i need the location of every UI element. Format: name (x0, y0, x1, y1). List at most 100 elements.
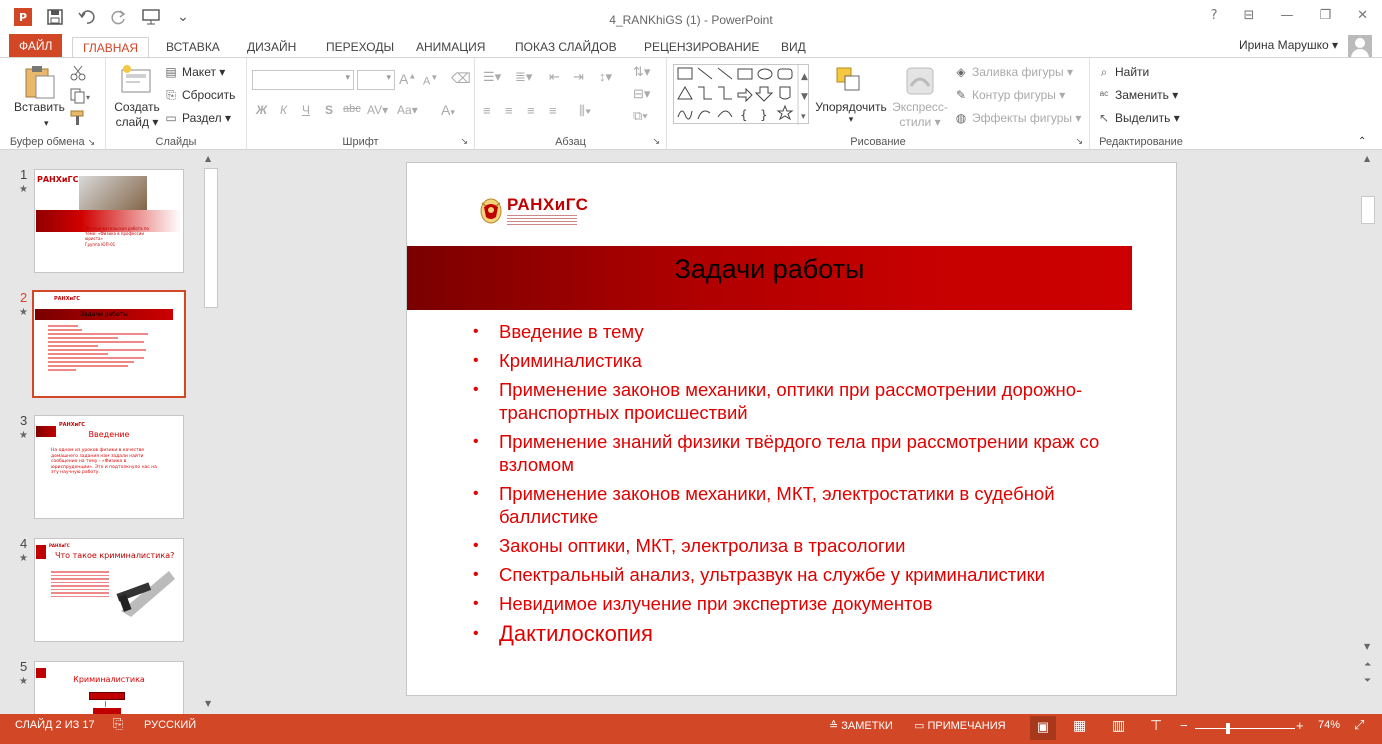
thumbnail-slide-3[interactable]: РАНХиГС Введение На одном из уроков физи… (34, 415, 184, 519)
tab-transitions[interactable]: ПЕРЕХОДЫ (316, 37, 404, 58)
scroll-up-icon[interactable]: ▲ (1364, 154, 1370, 163)
slideshow-view-icon[interactable]: ⊤ (1150, 717, 1162, 734)
dialog-launcher-icon[interactable]: ↘ (88, 137, 96, 147)
underline-button[interactable]: Ч (302, 103, 310, 117)
slide-sorter-icon[interactable]: ▦ (1073, 717, 1086, 734)
align-text-icon[interactable]: ⊟▾ (633, 86, 650, 102)
comments-button[interactable]: ▭ ПРИМЕЧАНИЯ (914, 719, 1006, 732)
tab-review[interactable]: РЕЦЕНЗИРОВАНИЕ (634, 37, 769, 58)
text-direction-icon[interactable]: ⇅▾ (633, 64, 650, 80)
zoom-slider-track[interactable] (1195, 728, 1295, 729)
paragraph-dialog-launcher-icon[interactable]: ↘ (652, 136, 660, 147)
tab-animation[interactable]: АНИМАЦИЯ (406, 37, 495, 58)
avatar[interactable] (1348, 35, 1372, 59)
shadow-button[interactable]: S (325, 103, 333, 117)
layout-button[interactable]: ▤ Макет ▾ (163, 65, 225, 79)
scroll-down-icon[interactable]: ▼ (205, 699, 211, 708)
spellcheck-icon[interactable]: ⎘ (113, 716, 123, 732)
help-icon[interactable]: ? (1211, 8, 1218, 23)
slide-scrollbar[interactable]: ▲ ▼ ⏶ ⏷ (1356, 152, 1382, 714)
zoom-level[interactable]: 74% (1318, 719, 1340, 731)
new-slide-button[interactable]: Создать слайд ▾ (114, 100, 160, 130)
arrange-icon[interactable] (835, 66, 863, 97)
format-painter-icon[interactable] (70, 110, 86, 129)
font-size-select[interactable] (357, 70, 395, 90)
font-color-button[interactable]: A▾ (441, 102, 455, 118)
quick-styles-icon[interactable] (905, 66, 935, 99)
new-slide-icon[interactable] (120, 64, 152, 97)
find-button[interactable]: ⌕ Найти (1096, 65, 1150, 80)
paste-dropdown-icon[interactable]: ▾ (44, 118, 49, 129)
tab-view[interactable]: ВИД (771, 37, 816, 58)
shape-outline-button[interactable]: ✎ Контур фигуры ▾ (953, 88, 1065, 102)
shrink-font-button[interactable]: A▼ (423, 73, 438, 88)
copy-icon[interactable]: ▾ (70, 88, 92, 107)
previous-slide-icon[interactable]: ⏶ (1364, 660, 1371, 670)
thumbnail-slide-4[interactable]: РАНХиГС Что такое криминалистика? (34, 538, 184, 642)
select-button[interactable]: ↖ Выделить ▾ (1096, 111, 1180, 125)
scroll-down-icon[interactable]: ▼ (1364, 642, 1370, 651)
font-dialog-launcher-icon[interactable]: ↘ (460, 136, 468, 147)
thumbnail-slide-2[interactable]: РАНХиГС Задачи работы (32, 290, 186, 398)
current-slide[interactable]: РАНХиГС Задачи работы Введение в тему Кр… (406, 162, 1177, 696)
slide-title[interactable]: Задачи работы (407, 246, 1132, 310)
reading-view-icon[interactable]: ▥ (1112, 717, 1125, 734)
change-case-button[interactable]: Aa▾ (397, 103, 418, 117)
tab-insert[interactable]: ВСТАВКА (156, 37, 230, 58)
smartart-icon[interactable]: ⧉▾ (633, 108, 648, 124)
grow-font-button[interactable]: A▲ (399, 71, 416, 87)
increase-indent-icon[interactable]: ⇥ (573, 69, 584, 85)
line-spacing-icon[interactable]: ↕▾ (599, 69, 612, 85)
normal-view-icon[interactable]: ▣ (1030, 716, 1056, 740)
cut-icon[interactable] (70, 65, 86, 84)
collapse-ribbon-icon[interactable]: ⌃ (1358, 136, 1366, 147)
next-slide-icon[interactable]: ⏷ (1364, 676, 1371, 686)
scroll-up-icon[interactable]: ▲ (205, 154, 211, 163)
shape-effects-button[interactable]: ◍ Эффекты фигуры ▾ (953, 111, 1082, 125)
thumbnail-slide-1[interactable]: РАНХиГС Исследовательская работа по теме… (34, 169, 184, 273)
thumbnail-slide-5[interactable]: Криминалистика (34, 661, 184, 714)
ribbon-display-options-icon[interactable]: ⊟ (1244, 8, 1255, 23)
tab-home[interactable]: ГЛАВНАЯ (72, 37, 150, 59)
drawing-dialog-launcher-icon[interactable]: ↘ (1075, 136, 1083, 147)
tab-file[interactable]: ФАЙЛ (9, 34, 63, 58)
scroll-thumb[interactable] (204, 168, 218, 308)
italic-button[interactable]: К (280, 103, 287, 117)
notes-button[interactable]: ≙ ЗАМЕТКИ (829, 719, 893, 732)
tab-slideshow[interactable]: ПОКАЗ СЛАЙДОВ (505, 37, 627, 58)
numbering-icon[interactable]: ≣▾ (515, 69, 532, 85)
replace-button[interactable]: ᵃᶜ Заменить ▾ (1096, 88, 1179, 102)
zoom-slider-thumb[interactable] (1226, 723, 1230, 734)
thumbnails-scrollbar[interactable]: ▲ ▼ (203, 152, 219, 714)
minimize-icon[interactable]: — (1280, 8, 1293, 23)
justify-icon[interactable]: ≡ (549, 103, 557, 118)
shape-fill-button[interactable]: ◈ Заливка фигуры ▾ (953, 65, 1073, 79)
bullets-icon[interactable]: ☰▾ (483, 69, 501, 85)
user-name[interactable]: Ирина Марушко ▾ (1239, 38, 1338, 52)
strikethrough-button[interactable]: abc (343, 103, 361, 115)
language-indicator[interactable]: РУССКИЙ (144, 719, 196, 731)
reset-button[interactable]: ⎘ Сбросить (163, 88, 235, 103)
bullet-list[interactable]: Введение в тему Криминалистика Применени… (473, 320, 1113, 653)
close-icon[interactable]: ✕ (1357, 8, 1368, 23)
zoom-in-button[interactable]: + (1296, 718, 1304, 733)
zoom-out-button[interactable]: − (1180, 718, 1188, 733)
char-spacing-button[interactable]: AV▾ (367, 103, 388, 117)
paste-button[interactable]: Вставить (14, 100, 65, 114)
align-right-icon[interactable]: ≡ (527, 103, 535, 118)
scroll-thumb[interactable] (1361, 196, 1375, 224)
font-name-select[interactable] (252, 70, 354, 90)
columns-icon[interactable]: ⫼▾ (579, 103, 591, 119)
align-left-icon[interactable]: ≡ (483, 103, 491, 118)
decrease-indent-icon[interactable]: ⇤ (549, 69, 560, 85)
fit-to-window-icon[interactable]: ⤢ (1354, 717, 1364, 733)
tab-design[interactable]: ДИЗАЙН (237, 37, 306, 58)
clear-formatting-icon[interactable]: ⌫ (451, 70, 471, 87)
quick-styles-button[interactable]: Экспресс- стили ▾ (889, 100, 951, 130)
arrange-button[interactable]: Упорядочить ▾ (814, 100, 888, 125)
section-button[interactable]: ▭ Раздел ▾ (163, 111, 231, 125)
bold-button[interactable]: Ж (256, 103, 267, 117)
paste-icon[interactable] (24, 64, 56, 103)
shapes-gallery[interactable]: { } ▲ ▼ ▾ (673, 64, 809, 125)
restore-icon[interactable]: ❐ (1319, 8, 1331, 23)
